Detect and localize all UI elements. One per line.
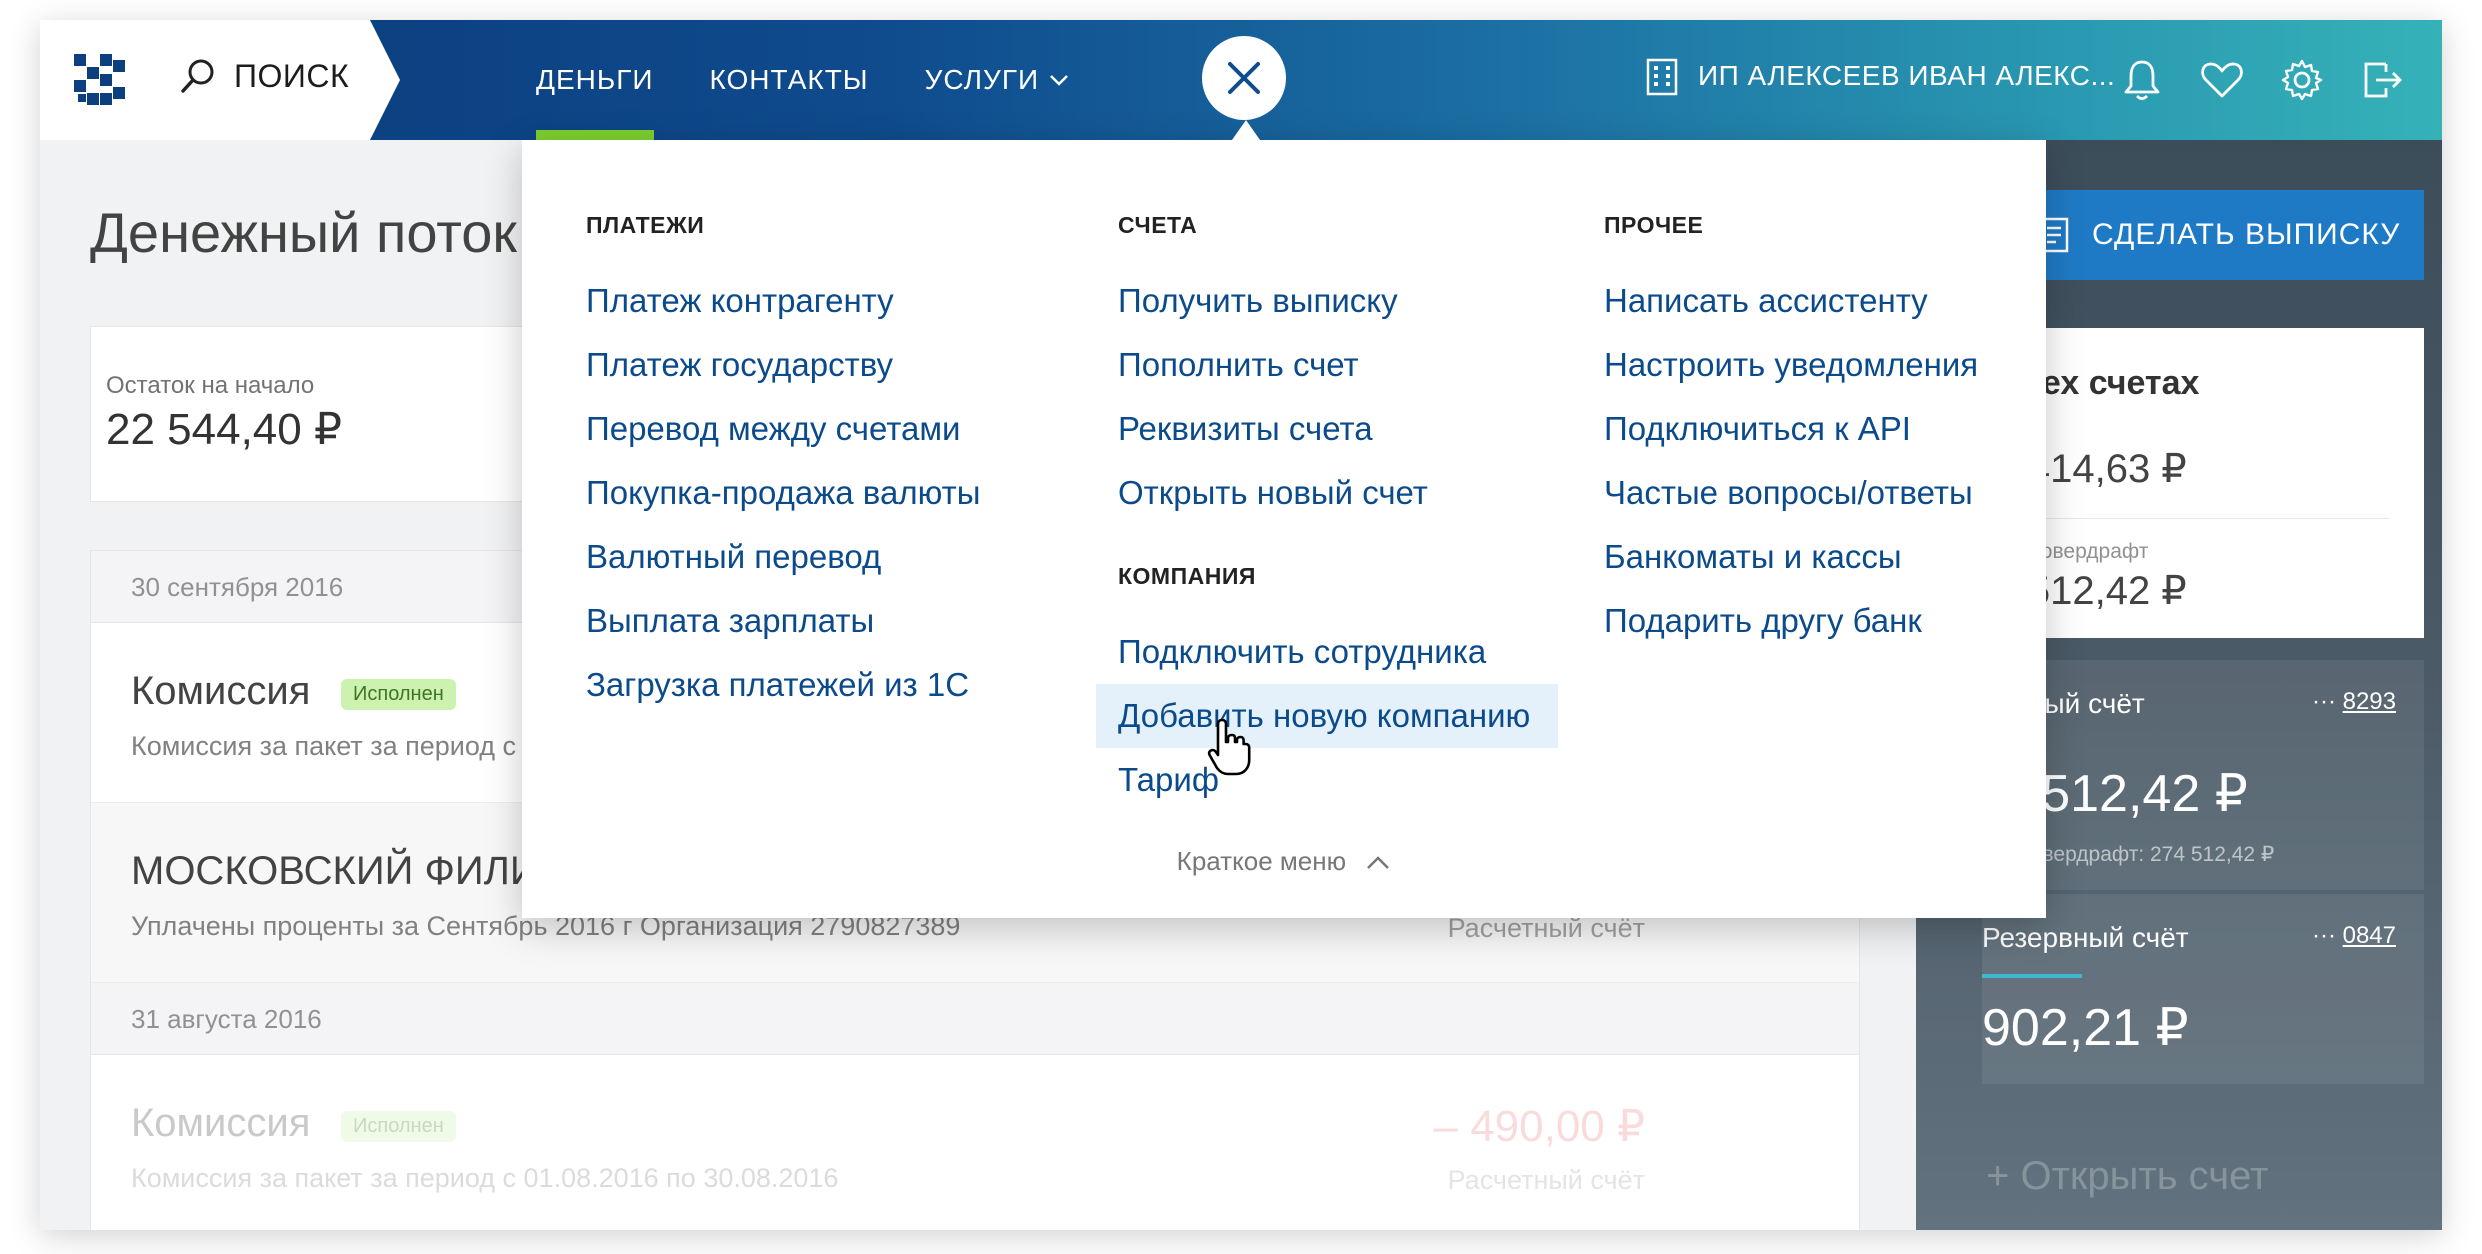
account-number-link[interactable]: ··· 8293 (2312, 688, 2396, 716)
account-number: 8293 (2342, 688, 2396, 715)
search-button[interactable]: ПОИСК (178, 56, 349, 96)
nav-tab-services[interactable]: УСЛУГИ (925, 20, 1070, 140)
app-window: ПОИСК ДЕНЬГИ КОНТАКТЫ УСЛУГИ ИП АЛЕКСЕЕВ… (40, 20, 2442, 1230)
menu-item-add-new-company[interactable]: Добавить новую компанию (1096, 684, 1558, 748)
menu-heading-company: КОМПАНИЯ (1118, 563, 1256, 589)
account-number: 0847 (2342, 922, 2396, 949)
logout-icon (2364, 62, 2402, 98)
menu-heading-payments: ПЛАТЕЖИ (586, 212, 705, 238)
bank-logo-icon[interactable] (74, 54, 126, 106)
menu-item-currency-transfer[interactable]: Валютный перевод (586, 525, 980, 589)
menu-item-tariff[interactable]: Тариф (1118, 748, 1558, 812)
menu-item-atms[interactable]: Банкоматы и кассы (1604, 525, 1978, 589)
status-badge: Исполнен (341, 679, 456, 710)
date-group-header: 31 августа 2016 (91, 983, 1859, 1055)
building-icon (1646, 58, 1678, 96)
page-title: Денежный поток (90, 201, 517, 264)
menu-item-top-up-account[interactable]: Пополнить счет (1118, 333, 1558, 397)
chevron-down-icon (1050, 75, 1068, 86)
menu-item-get-statement[interactable]: Получить выписку (1118, 269, 1558, 333)
nav-tab-contacts-label: КОНТАКТЫ (709, 64, 869, 95)
account-name: Резервный счёт (1982, 922, 2189, 953)
company-name: ИП АЛЕКСЕЕВ ИВАН АЛЕКС... (1698, 60, 2116, 91)
search-icon (181, 59, 214, 93)
operation-row[interactable]: Комиссия Исполнен – 490,00 ₽ Комиссия за… (91, 1055, 1859, 1230)
menu-item-pay-counterparty[interactable]: Платеж контрагенту (586, 269, 980, 333)
menu-item-connect-employee[interactable]: Подключить сотрудника (1118, 620, 1558, 684)
settings-button[interactable] (2280, 58, 2324, 102)
menu-item-pay-government[interactable]: Платеж государству (586, 333, 980, 397)
favorites-button[interactable] (2200, 58, 2244, 102)
status-badge: Исполнен (341, 1111, 456, 1142)
main-nav: ДЕНЬГИ КОНТАКТЫ УСЛУГИ (536, 20, 1069, 140)
nav-tab-money-label: ДЕНЬГИ (536, 64, 654, 95)
account-number-link[interactable]: ··· 0847 (2312, 922, 2396, 950)
menu-column-accounts: СЧЕТА Получить выписку Пополнить счет Ре… (1096, 212, 1558, 812)
menu-item-currency-exchange[interactable]: Покупка-продажа валюты (586, 461, 980, 525)
bell-icon (2124, 60, 2160, 100)
chevron-up-icon (1367, 856, 1390, 870)
logout-button[interactable] (2360, 58, 2404, 102)
menu-column-other: ПРОЧЕЕ Написать ассистенту Настроить уве… (1604, 212, 1978, 653)
heart-icon (2201, 62, 2243, 98)
top-icons (2120, 58, 2404, 102)
close-menu-button[interactable] (1202, 36, 1286, 120)
operation-amount: – 490,00 ₽ (1433, 1102, 1646, 1151)
operation-subtitle: Комиссия за пакет за период с 01.08.2016… (131, 1163, 839, 1193)
balance-start-value: 22 544,40 ₽ (106, 405, 342, 454)
account-balance: 902,21 ₽ (1982, 999, 2189, 1057)
menu-item-open-new-account[interactable]: Открыть новый счет (1118, 461, 1558, 525)
balance-start-label: Остаток на начало (106, 372, 315, 399)
menu-item-account-details[interactable]: Реквизиты счета (1118, 397, 1558, 461)
menu-column-payments: ПЛАТЕЖИ Платеж контрагенту Платеж госуда… (586, 212, 980, 717)
company-selector[interactable]: ИП АЛЕКСЕЕВ ИВАН АЛЕКС... (1644, 56, 2115, 96)
open-account-button[interactable]: + Открыть счет (1986, 1154, 2268, 1199)
search-label: ПОИСК (234, 57, 350, 94)
menu-caret (1232, 120, 1260, 140)
gear-icon (2281, 59, 2323, 101)
short-menu-label: Краткое меню (1176, 846, 1347, 876)
menu-item-write-assistant[interactable]: Написать ассистенту (1604, 269, 1978, 333)
menu-item-gift-bank[interactable]: Подарить другу банк (1604, 589, 1978, 653)
operation-account: Расчетный счёт (1447, 1165, 1645, 1195)
menu-item-faq[interactable]: Частые вопросы/ответы (1604, 461, 1978, 525)
brand-panel: ПОИСК (40, 20, 370, 140)
menu-item-salary-payment[interactable]: Выплата зарплаты (586, 589, 980, 653)
nav-tab-services-label: УСЛУГИ (924, 64, 1040, 95)
operation-title: Комиссия (131, 1101, 311, 1145)
account-card[interactable]: Резервный счёт ··· 0847 902,21 ₽ (1982, 894, 2424, 1084)
close-icon (1228, 62, 1260, 94)
make-statement-label: СДЕЛАТЬ ВЫПИСКУ (2092, 218, 2401, 251)
short-menu-toggle[interactable]: Краткое меню (522, 846, 2046, 877)
operation-title: Комиссия (131, 669, 311, 713)
make-statement-button[interactable]: СДЕЛАТЬ ВЫПИСКУ (1990, 190, 2424, 280)
menu-heading-other: ПРОЧЕЕ (1604, 212, 1704, 238)
menu-item-transfer-between-accounts[interactable]: Перевод между счетами (586, 397, 980, 461)
menu-item-connect-api[interactable]: Подключиться к API (1604, 397, 1978, 461)
nav-tab-money[interactable]: ДЕНЬГИ (536, 20, 654, 140)
money-mega-menu: ПЛАТЕЖИ Платеж контрагенту Платеж госуда… (522, 140, 2046, 918)
nav-tab-contacts[interactable]: КОНТАКТЫ (710, 20, 869, 140)
menu-item-notification-settings[interactable]: Настроить уведомления (1604, 333, 1978, 397)
account-underline (1982, 974, 2082, 978)
brand-panel-arrow (370, 20, 400, 140)
menu-heading-accounts: СЧЕТА (1118, 212, 1198, 238)
notifications-button[interactable] (2120, 58, 2164, 102)
menu-item-import-1c[interactable]: Загрузка платежей из 1С (586, 653, 980, 717)
